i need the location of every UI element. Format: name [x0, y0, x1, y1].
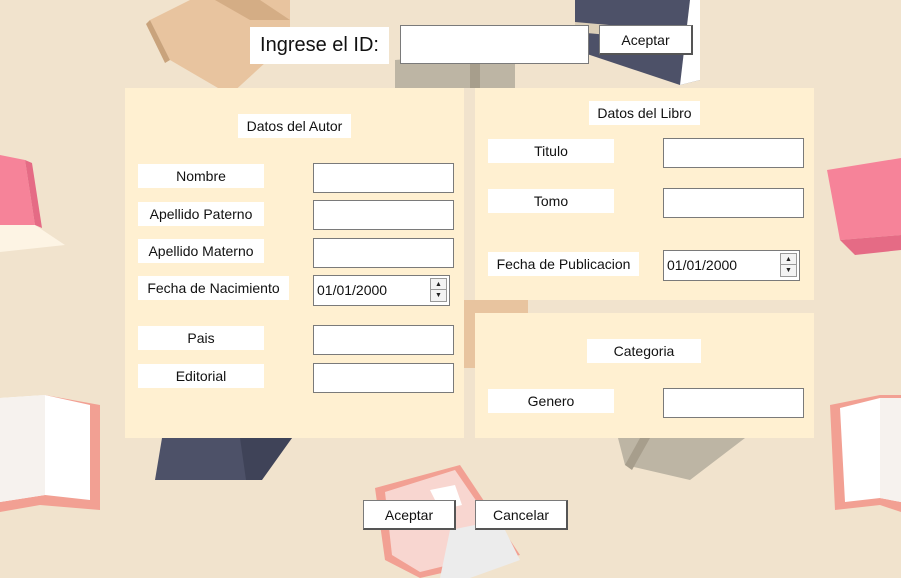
- background-book-left: [0, 155, 65, 252]
- id-accept-button[interactable]: Aceptar: [599, 25, 693, 55]
- genero-input[interactable]: [663, 388, 804, 418]
- editorial-label: Editorial: [138, 364, 264, 388]
- genero-label: Genero: [488, 389, 614, 413]
- category-panel-title: Categoria: [587, 339, 701, 363]
- apellido-materno-input[interactable]: [313, 238, 454, 268]
- accept-button[interactable]: Aceptar: [363, 500, 456, 530]
- pais-label: Pais: [138, 326, 264, 350]
- background-open-book-right: [830, 395, 901, 512]
- fecha-publicacion-picker[interactable]: 01/01/2000 ▲ ▼: [663, 250, 800, 281]
- titulo-label: Titulo: [488, 139, 614, 163]
- titulo-input[interactable]: [663, 138, 804, 168]
- id-label: Ingrese el ID:: [250, 27, 389, 64]
- fecha-nacimiento-label: Fecha de Nacimiento: [138, 276, 289, 300]
- fecha-nacimiento-value: 01/01/2000: [317, 282, 388, 298]
- nombre-label: Nombre: [138, 164, 264, 188]
- spin-up-icon[interactable]: ▲: [781, 254, 796, 265]
- background-open-book-left: [0, 395, 100, 512]
- background-book-right: [827, 158, 901, 255]
- fecha-publicacion-spinner[interactable]: ▲ ▼: [780, 253, 797, 277]
- nombre-input[interactable]: [313, 163, 454, 193]
- apellido-materno-label: Apellido Materno: [138, 239, 264, 263]
- apellido-paterno-label: Apellido Paterno: [138, 202, 264, 226]
- fecha-nacimiento-picker[interactable]: 01/01/2000 ▲ ▼: [313, 275, 450, 306]
- fecha-nacimiento-spinner[interactable]: ▲ ▼: [430, 278, 447, 302]
- background-box-bottom-right: [618, 438, 745, 480]
- fecha-publicacion-label: Fecha de Publicacion: [488, 252, 639, 276]
- apellido-paterno-input[interactable]: [313, 200, 454, 230]
- id-input[interactable]: [400, 25, 589, 64]
- pais-input[interactable]: [313, 325, 454, 355]
- tomo-label: Tomo: [488, 189, 614, 213]
- spin-up-icon[interactable]: ▲: [431, 279, 446, 290]
- editorial-input[interactable]: [313, 363, 454, 393]
- spin-down-icon[interactable]: ▼: [781, 265, 796, 276]
- author-panel-title: Datos del Autor: [238, 114, 351, 138]
- category-panel: [475, 313, 814, 438]
- background-book-bottom-left: [155, 438, 292, 480]
- book-panel-title: Datos del Libro: [589, 101, 700, 125]
- cancel-button[interactable]: Cancelar: [475, 500, 568, 530]
- fecha-publicacion-value: 01/01/2000: [667, 257, 738, 273]
- tomo-input[interactable]: [663, 188, 804, 218]
- spin-down-icon[interactable]: ▼: [431, 290, 446, 301]
